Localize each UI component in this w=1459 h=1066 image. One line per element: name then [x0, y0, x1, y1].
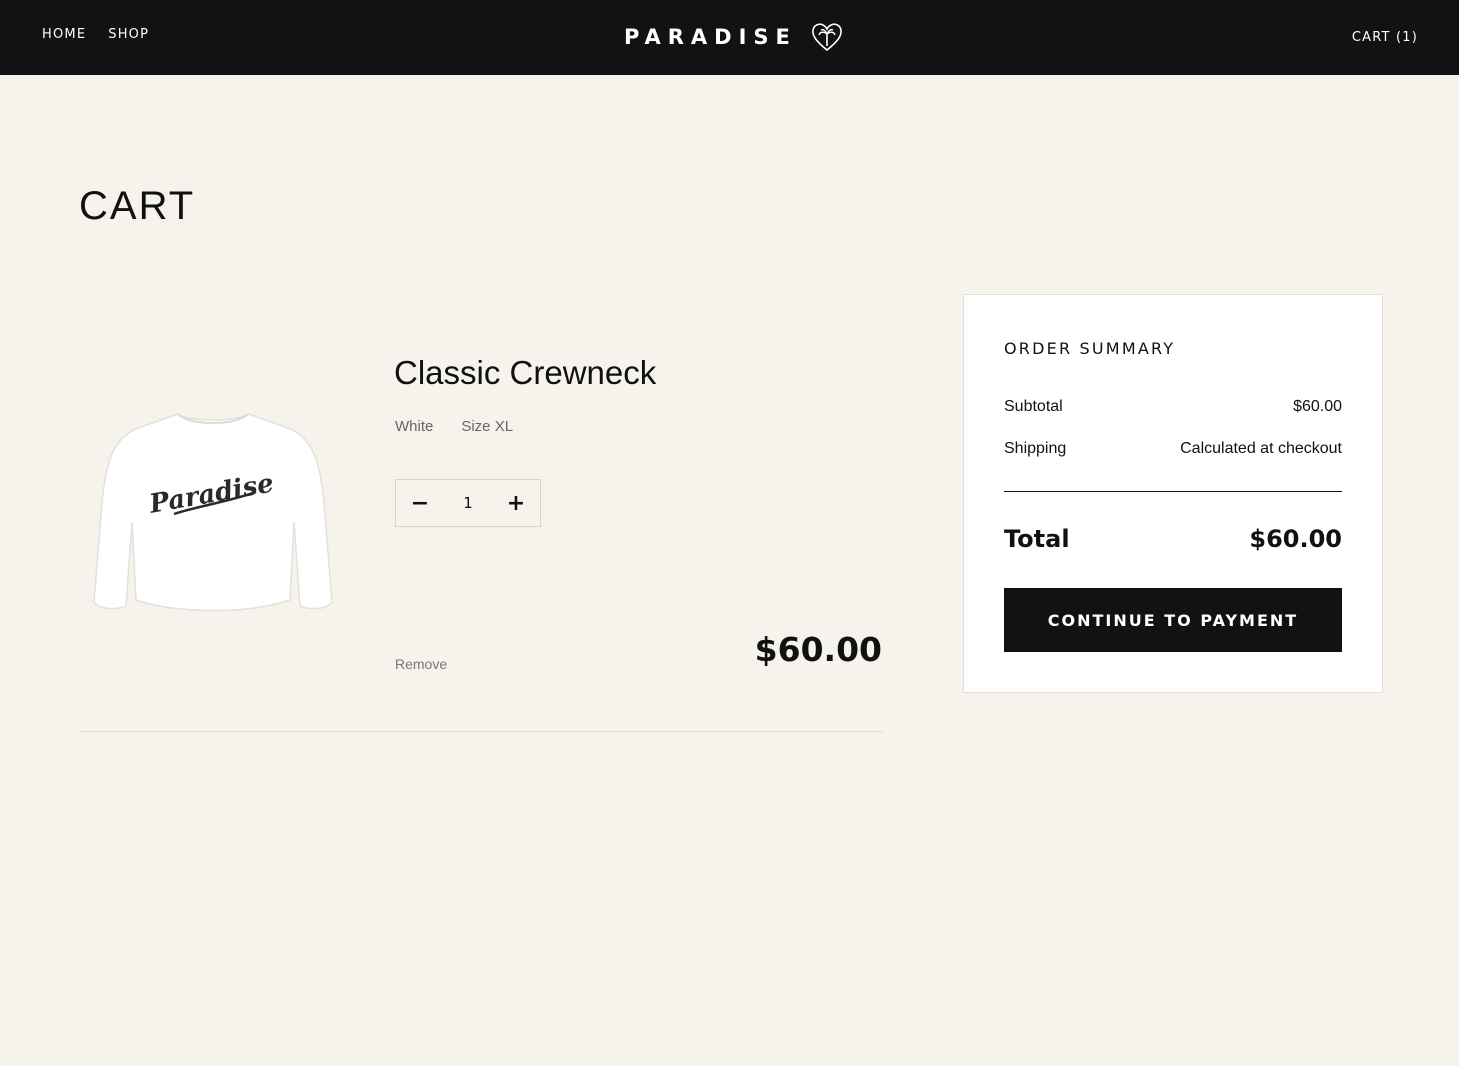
summary-divider — [1004, 491, 1342, 492]
crewneck-sweatshirt-image[interactable]: Paradise — [88, 402, 338, 622]
nav-shop-link[interactable]: SHOP — [108, 27, 149, 42]
product-name[interactable]: Classic Crewneck — [394, 354, 656, 392]
line-item-price: $60.00 — [754, 630, 882, 669]
order-summary-panel: ORDER SUMMARY Subtotal $60.00 Shipping C… — [963, 294, 1383, 693]
decrease-quantity-button[interactable]: − — [396, 480, 444, 526]
shipping-label: Shipping — [1004, 440, 1067, 457]
total-row: Total $60.00 — [1004, 525, 1342, 553]
main-nav: HOME SHOP — [42, 27, 149, 42]
brand-logo[interactable]: PARADISE — [624, 22, 843, 52]
quantity-value[interactable]: 1 — [444, 494, 492, 512]
subtotal-label: Subtotal — [1004, 398, 1063, 415]
cart-link[interactable]: CART (1) — [1352, 30, 1418, 45]
subtotal-row: Subtotal $60.00 — [1004, 398, 1342, 416]
brand-name: PARADISE — [624, 25, 797, 49]
shipping-value: Calculated at checkout — [1180, 440, 1342, 457]
remove-item-link[interactable]: Remove — [395, 656, 447, 672]
total-value: $60.00 — [1249, 525, 1342, 553]
nav-home-link[interactable]: HOME — [42, 27, 86, 42]
total-label: Total — [1004, 525, 1070, 553]
order-summary-title: ORDER SUMMARY — [1004, 339, 1176, 358]
top-navigation-bar: HOME SHOP PARADISE CART (1) — [0, 0, 1459, 75]
variant-size: Size XL — [461, 418, 514, 435]
continue-to-payment-button[interactable]: CONTINUE TO PAYMENT — [1004, 588, 1342, 652]
subtotal-value: $60.00 — [1293, 398, 1342, 415]
shipping-row: Shipping Calculated at checkout — [1004, 440, 1342, 458]
variant-color: White — [395, 418, 434, 435]
quantity-stepper: − 1 + — [395, 479, 541, 527]
palm-heart-icon — [811, 23, 842, 52]
page-title: CART — [79, 184, 196, 228]
increase-quantity-button[interactable]: + — [492, 480, 540, 526]
cart-item-divider — [79, 731, 884, 732]
product-variants: White Size XL — [395, 418, 513, 435]
